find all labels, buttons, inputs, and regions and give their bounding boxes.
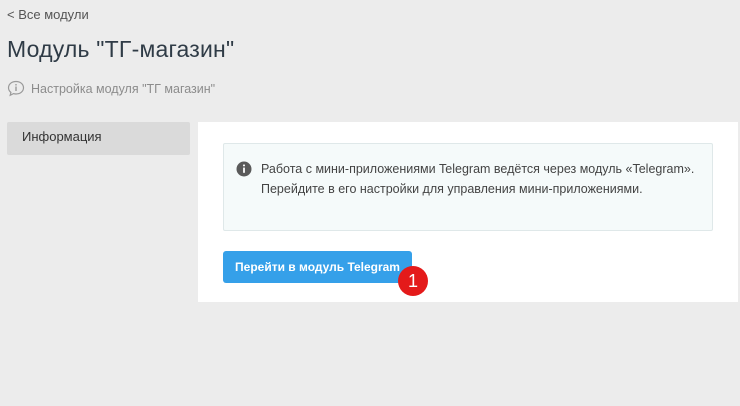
info-text: Работа с мини-приложениями Telegram ведё… xyxy=(261,162,695,196)
subtitle: Настройка модуля "ТГ магазин" xyxy=(7,80,215,97)
info-notice: Работа с мини-приложениями Telegram ведё… xyxy=(223,143,713,231)
content-panel: Работа с мини-приложениями Telegram ведё… xyxy=(198,122,738,302)
sidebar-item-label: Информация xyxy=(22,129,102,144)
go-to-telegram-module-button[interactable]: Перейти в модуль Telegram xyxy=(223,251,412,283)
back-link[interactable]: < Все модули xyxy=(7,7,89,22)
subtitle-text: Настройка модуля "ТГ магазин" xyxy=(31,81,216,96)
page: < Все модули Модуль "ТГ-магазин" Настрой… xyxy=(0,0,740,406)
page-title: Модуль "ТГ-магазин" xyxy=(7,36,235,62)
step-marker-badge: 1 xyxy=(398,266,428,296)
info-circle-icon xyxy=(236,161,252,183)
sidebar-item-information[interactable]: Информация xyxy=(7,122,190,155)
speech-info-icon xyxy=(7,80,25,97)
